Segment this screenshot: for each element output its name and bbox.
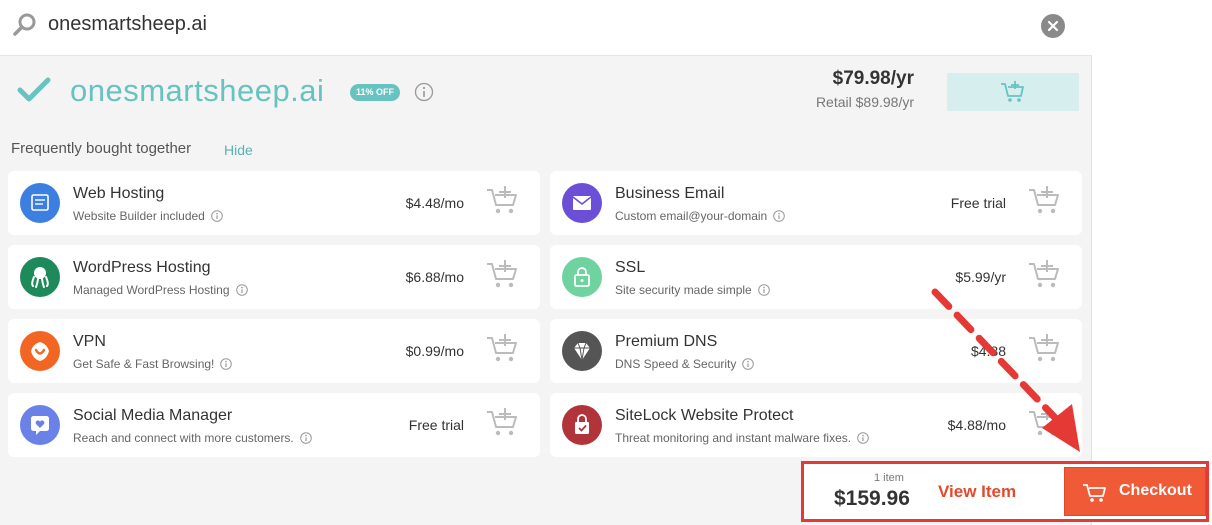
search-icon — [13, 13, 36, 36]
info-icon[interactable] — [220, 358, 233, 373]
add-to-cart-icon[interactable] — [1028, 333, 1062, 370]
product-subtitle-text: Managed WordPress Hosting — [73, 283, 230, 297]
product-title: SiteLock Website Protect — [615, 407, 794, 424]
cart-summary-bar: 1 item $159.96 View Item Checkout — [801, 461, 1209, 522]
product-subtitle: Website Builder included — [73, 209, 223, 225]
add-to-cart-icon[interactable] — [486, 259, 520, 296]
product-subtitle: Site security made simple — [615, 283, 770, 299]
product-price: $5.99/yr — [955, 269, 1006, 285]
checkout-label: Checkout — [1119, 482, 1192, 499]
product-card: Web Hosting Website Builder included $4.48… — [8, 171, 540, 235]
search-bar[interactable]: onesmartsheep.ai — [0, 0, 1092, 56]
cart-total: $159.96 — [834, 487, 910, 510]
discount-badge: 11% OFF — [350, 84, 401, 101]
check-icon — [17, 77, 51, 102]
info-icon[interactable] — [414, 82, 434, 102]
cart-icon — [1083, 484, 1106, 502]
product-subtitle: Managed WordPress Hosting — [73, 283, 248, 299]
info-icon[interactable] — [742, 358, 755, 373]
add-to-cart-icon — [1001, 81, 1024, 102]
product-title: Premium DNS — [615, 333, 718, 350]
diamond-icon — [562, 331, 602, 371]
padlock-icon — [562, 257, 602, 297]
chat-heart-icon — [20, 405, 60, 445]
checkout-button[interactable]: Checkout — [1064, 467, 1206, 516]
info-icon[interactable] — [773, 210, 786, 225]
envelope-icon — [562, 183, 602, 223]
product-title: SSL — [615, 259, 646, 276]
product-price: Free trial — [408, 417, 464, 433]
domain-retail-price: Retail $89.98/yr — [815, 94, 914, 110]
search-input[interactable]: onesmartsheep.ai — [48, 13, 207, 36]
product-card: SiteLock Website Protect Threat monitorin… — [550, 393, 1082, 457]
view-item-link[interactable]: View Item — [938, 482, 1016, 502]
product-card: Social Media Manager Reach and connect wi… — [8, 393, 540, 457]
frequently-bought-together-label: Frequently bought together — [11, 140, 192, 157]
product-title: VPN — [73, 333, 106, 350]
product-card: Premium DNS DNS Speed & Security $4.88 — [550, 319, 1082, 383]
product-card: WordPress Hosting Managed WordPress Hosti… — [8, 245, 540, 309]
info-icon[interactable] — [235, 284, 248, 299]
product-subtitle-text: Custom email@your-domain — [615, 209, 768, 223]
product-title: Social Media Manager — [73, 407, 233, 424]
domain-result-row: onesmartsheep.ai 11% OFF $79.98/yr Retai… — [0, 57, 1092, 129]
product-price: $6.88/mo — [405, 269, 464, 285]
domain-price: $79.98/yr — [832, 68, 914, 89]
product-subtitle-text: Get Safe & Fast Browsing! — [73, 357, 215, 371]
product-subtitle-text: Reach and connect with more customers. — [73, 431, 294, 445]
product-card: Business Email Custom email@your-domain Fr… — [550, 171, 1082, 235]
sitelock-icon — [562, 405, 602, 445]
add-to-cart-icon[interactable] — [486, 407, 520, 444]
product-card: SSL Site security made simple $5.99/yr — [550, 245, 1082, 309]
product-subtitle: Reach and connect with more customers. — [73, 431, 312, 447]
info-icon[interactable] — [299, 432, 312, 447]
info-icon[interactable] — [211, 210, 223, 225]
product-price: Free trial — [950, 195, 1006, 211]
domain-search-panel: onesmartsheep.ai onesmartsheep.ai 11% OF… — [0, 0, 1092, 525]
product-title: WordPress Hosting — [73, 259, 211, 276]
domain-name: onesmartsheep.ai — [70, 73, 325, 108]
octopus-icon — [20, 257, 60, 297]
product-card: VPN Get Safe & Fast Browsing! $0.99/mo — [8, 319, 540, 383]
info-icon[interactable] — [857, 432, 869, 447]
browser-window-icon — [20, 183, 60, 223]
add-to-cart-icon[interactable] — [486, 185, 520, 222]
product-subtitle-text: Site security made simple — [615, 283, 752, 297]
add-to-cart-icon[interactable] — [1028, 259, 1062, 296]
product-subtitle-text: Threat monitoring and instant malware fi… — [615, 431, 852, 445]
product-subtitle-text: DNS Speed & Security — [615, 357, 737, 371]
product-subtitle: Get Safe & Fast Browsing! — [73, 357, 233, 373]
product-subtitle-text: Website Builder included — [73, 209, 205, 223]
product-title: Business Email — [615, 185, 725, 202]
info-icon[interactable] — [757, 284, 770, 299]
vpn-shield-icon — [20, 331, 60, 371]
hide-bundle-link[interactable]: Hide — [224, 142, 253, 158]
add-to-cart-icon[interactable] — [1028, 407, 1062, 444]
add-to-cart-icon[interactable] — [1028, 185, 1062, 222]
clear-search-button[interactable] — [1041, 14, 1065, 38]
product-price: $4.88 — [970, 343, 1006, 359]
product-subtitle: DNS Speed & Security — [615, 357, 755, 373]
product-subtitle: Custom email@your-domain — [615, 209, 786, 225]
close-icon — [1047, 20, 1059, 32]
product-price: $4.88/mo — [947, 417, 1006, 433]
product-price: $0.99/mo — [405, 343, 464, 359]
product-price: $4.48/mo — [405, 195, 464, 211]
product-subtitle: Threat monitoring and instant malware fi… — [615, 431, 869, 447]
cart-item-count: 1 item — [874, 472, 904, 484]
add-domain-to-cart-button[interactable] — [947, 73, 1079, 111]
add-to-cart-icon[interactable] — [486, 333, 520, 370]
product-title: Web Hosting — [73, 185, 165, 202]
